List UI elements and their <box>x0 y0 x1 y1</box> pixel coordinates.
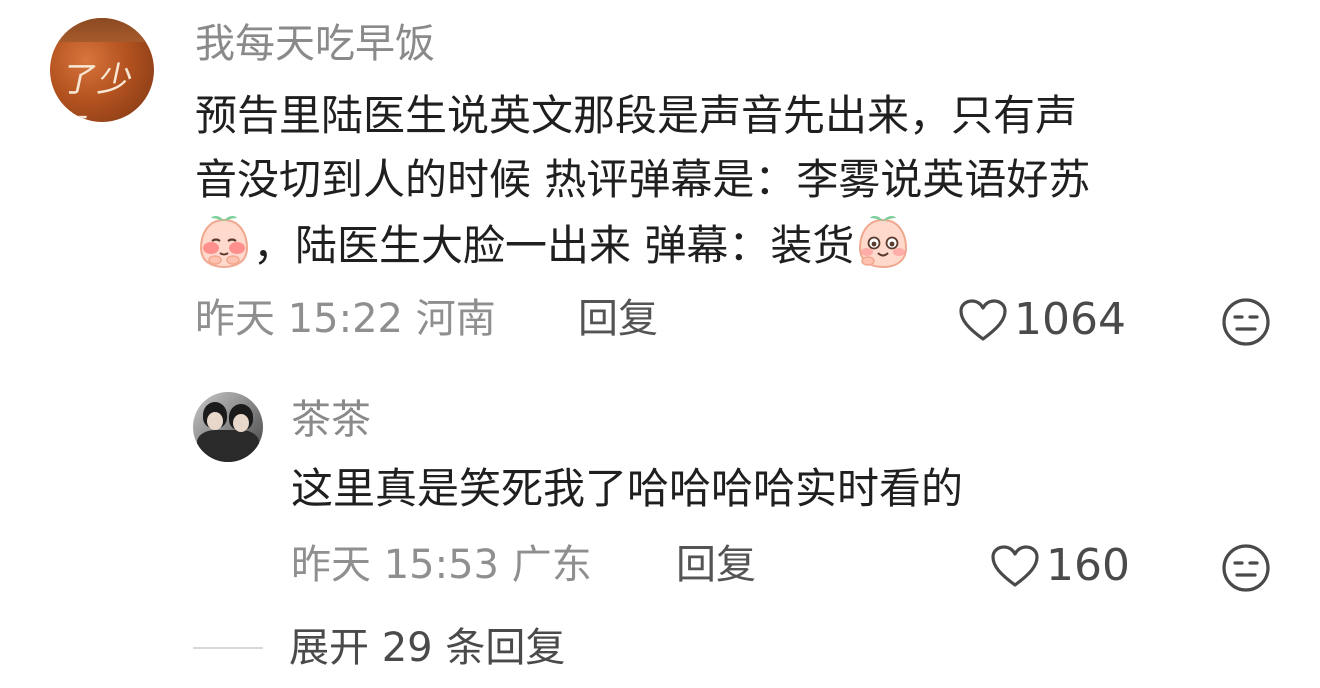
avatar-figure-body <box>197 430 259 462</box>
heart-outline-icon <box>991 545 1039 587</box>
reply-user-avatar[interactable] <box>193 392 263 462</box>
expand-replies-label: 展开 29 条回复 <box>289 625 566 671</box>
like-button[interactable]: 1064 <box>958 298 1126 342</box>
smiling-peach-emoji-icon <box>854 212 912 270</box>
dislike-button[interactable] <box>1220 296 1272 348</box>
comment-line-3-text: ，陆医生大脸一出来 弹幕：装货 <box>253 221 855 270</box>
meh-face-icon <box>1222 544 1270 592</box>
reply-username[interactable]: 茶茶 <box>291 400 371 440</box>
reply-body: 这里真是笑死我了哈哈哈哈实时看的 <box>291 464 964 513</box>
comment-time: 昨天 15:22 <box>195 296 403 342</box>
comment-location: 河南 <box>415 296 496 342</box>
reply-like-button[interactable]: 160 <box>990 544 1130 588</box>
comment-meta: 昨天 15:22 河南 <box>195 299 496 339</box>
reply-dislike-button[interactable] <box>1220 542 1272 594</box>
expand-replies-button[interactable]: 展开 29 条回复 <box>193 628 565 668</box>
like-count: 1064 <box>1014 294 1126 345</box>
reply-reply-button[interactable]: 回复 <box>676 545 756 585</box>
reply-meta: 昨天 15:53 广东 <box>291 545 592 585</box>
reply-location: 广东 <box>511 542 592 588</box>
user-avatar[interactable]: 了少有 <box>50 18 154 122</box>
meh-face-icon <box>1222 298 1270 346</box>
reply-like-count: 160 <box>1046 540 1130 591</box>
comment-username[interactable]: 我每天吃早饭 <box>195 24 435 64</box>
comment-line-3: ，陆医生大脸一出来 弹幕：装货 <box>195 212 1090 278</box>
avatar-figure-face-2 <box>233 414 249 432</box>
avatar-frame-band <box>50 18 154 42</box>
avatar-figure-face-1 <box>207 412 223 430</box>
comment-body: 预告里陆医生说英文那段是声音先出来，只有声 音没切到人的时候 热评弹幕是：李雾说… <box>195 84 1090 278</box>
reply-time: 昨天 15:53 <box>291 542 499 588</box>
comment-line-1: 预告里陆医生说英文那段是声音先出来，只有声 <box>195 91 1078 140</box>
comment-line-2: 音没切到人的时候 热评弹幕是：李雾说英语好苏 <box>195 155 1091 204</box>
expand-divider-line <box>193 647 263 649</box>
avatar-calligraphy: 了少有 <box>50 60 139 122</box>
shy-peach-emoji-icon <box>195 212 253 270</box>
heart-outline-icon <box>959 299 1007 341</box>
reply-button[interactable]: 回复 <box>578 299 658 339</box>
